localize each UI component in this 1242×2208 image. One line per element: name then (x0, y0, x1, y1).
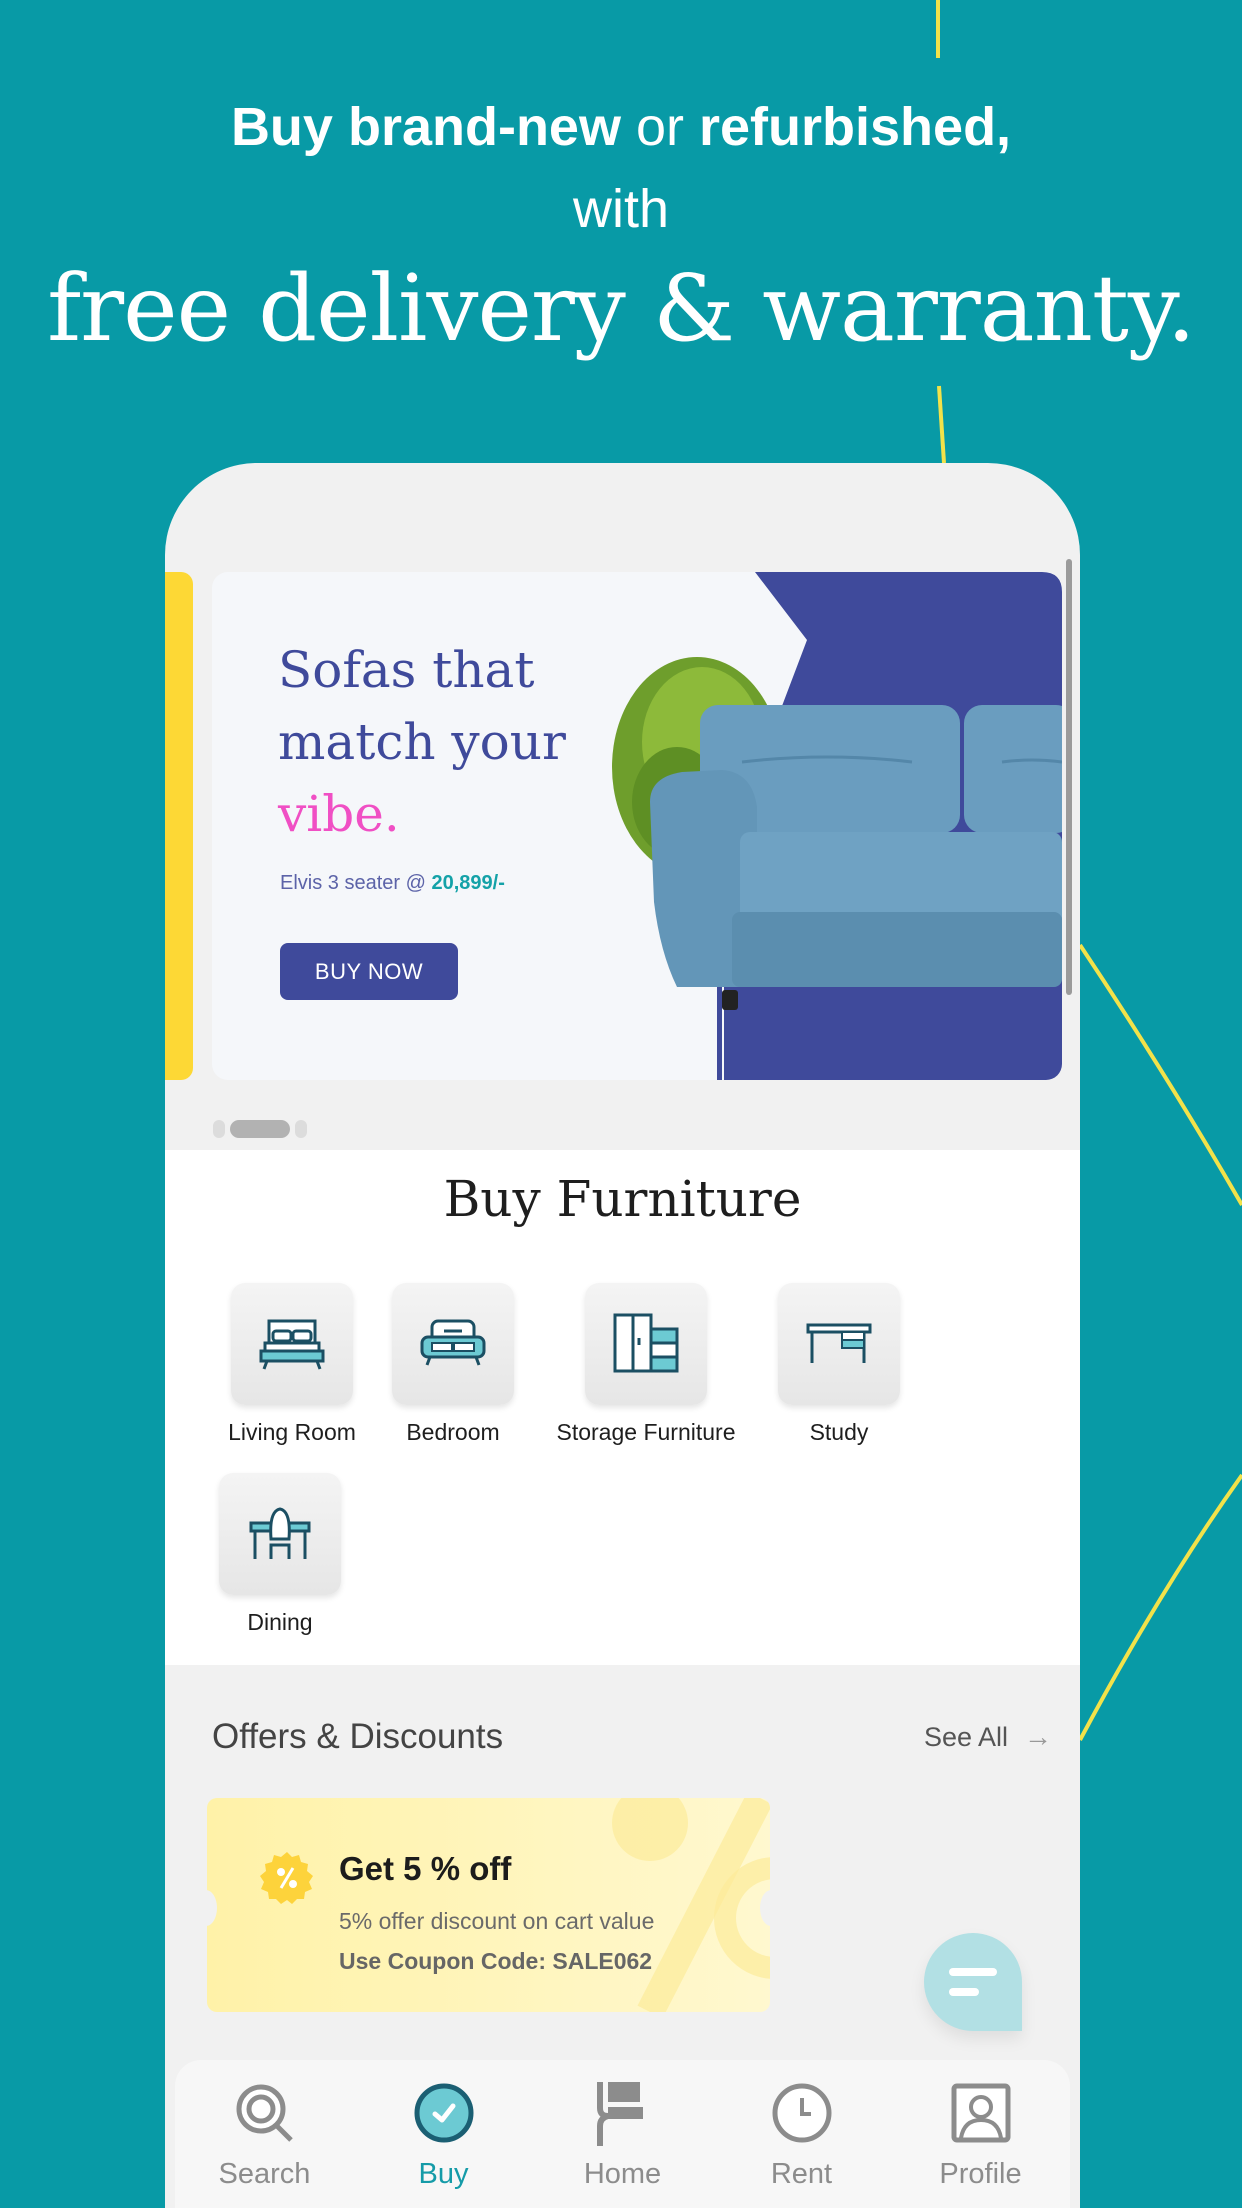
home-flag-icon (596, 2082, 643, 2146)
dining-table-icon (249, 1507, 311, 1559)
headline-line-1: Buy brand-new or refurbished, (0, 96, 1242, 158)
nav-label: Home (583, 2158, 662, 2190)
headline-bold-b: refurbished, (699, 97, 1012, 157)
clock-icon (772, 2083, 831, 2143)
sofa-icon (420, 1319, 486, 1366)
chat-icon-line (949, 1968, 997, 1976)
promo-banner[interactable]: Sofas that match your vibe. Elvis 3 seat… (212, 572, 1062, 1080)
category-tile[interactable] (392, 1283, 514, 1405)
bed-icon (259, 1319, 325, 1370)
headline-bold-a: Buy brand-new (230, 97, 621, 157)
category-tile[interactable] (219, 1473, 341, 1595)
coupon-title: Get 5 % off (339, 1850, 512, 1887)
phone-screen: Sofas that match your vibe. Elvis 3 seat… (165, 463, 1080, 2208)
carousel-dot[interactable] (295, 1120, 307, 1138)
headline-line-3: free delivery & warranty. (47, 255, 1196, 362)
nav-label: Profile (939, 2158, 1022, 2190)
banner-title-line-2: match your (278, 713, 566, 771)
category-tile[interactable] (778, 1283, 900, 1405)
banner-title-line-3: vibe. (278, 785, 400, 843)
scrollbar[interactable] (1066, 559, 1072, 995)
category-label: Bedroom (406, 1419, 500, 1445)
sofa-image (612, 657, 1062, 1010)
carousel-dot-active[interactable] (230, 1120, 290, 1138)
wardrobe-icon (613, 1313, 679, 1373)
category-label: Living Room (228, 1419, 356, 1445)
buy-now-button[interactable]: BUY NOW (280, 943, 458, 1000)
offers-title: Offers & Discounts (212, 1717, 504, 1756)
category-storage-furniture[interactable]: Storage Furniture (536, 1283, 756, 1446)
nav-item-rent[interactable]: Rent (727, 2078, 877, 2191)
see-all-link[interactable]: See All → (924, 1721, 1052, 1753)
category-study[interactable]: Study (729, 1283, 949, 1446)
check-circle-icon (414, 2083, 473, 2143)
banner-title: Sofas that match your vibe. (278, 634, 566, 850)
previous-banner-peek[interactable] (165, 572, 193, 1080)
carousel-dot[interactable] (213, 1120, 225, 1138)
bottom-navigation: Search Buy Home Rent Profile (175, 2060, 1070, 2208)
coupon-description: 5% offer discount on cart value (339, 1908, 655, 1934)
profile-icon (951, 2083, 1010, 2143)
carousel-indicator (213, 1120, 307, 1138)
category-bedroom[interactable]: Bedroom (343, 1283, 563, 1446)
category-label: Study (809, 1419, 869, 1445)
arrow-right-icon: → (1024, 1721, 1052, 1752)
buy-furniture-section: Buy Furniture Living Room Bedroom Storag… (165, 1150, 1080, 1665)
coupon-code: Use Coupon Code: SALE062 (339, 1948, 653, 1974)
nav-label: Buy (418, 2158, 469, 2190)
product-price: 20,899/- (431, 872, 505, 894)
coupon-card[interactable]: Get 5 % off 5% offer discount on cart va… (207, 1798, 770, 2012)
banner-title-line-1: Sofas that (278, 641, 535, 699)
banner-subtitle: Elvis 3 seater @ 20,899/- (280, 872, 505, 895)
nav-label: Search (218, 2158, 311, 2190)
category-label: Dining (247, 1609, 313, 1635)
chat-icon-line (949, 1988, 979, 1996)
desk-icon (806, 1323, 872, 1363)
category-tile[interactable] (585, 1283, 707, 1405)
nav-item-profile[interactable]: Profile (906, 2078, 1056, 2191)
chat-button[interactable] (924, 1933, 1022, 2031)
see-all-label: See All (923, 1721, 1008, 1752)
category-dining[interactable]: Dining (170, 1473, 390, 1636)
product-name: Elvis 3 seater @ (280, 872, 432, 894)
percent-watermark-icon (612, 1798, 770, 2012)
nav-label: Rent (770, 2158, 833, 2190)
discount-badge-icon (260, 1852, 313, 1904)
headline-line-2: with (572, 179, 670, 239)
category-label: Storage Furniture (556, 1419, 736, 1445)
search-icon (236, 2084, 293, 2142)
nav-item-search[interactable]: Search (190, 2078, 340, 2191)
coupon-notch (207, 1890, 217, 1926)
headline-or: or (620, 97, 699, 157)
category-tile[interactable] (231, 1283, 353, 1405)
section-title: Buy Furniture (443, 1170, 802, 1228)
nav-item-home[interactable]: Home (548, 2078, 698, 2191)
nav-item-buy[interactable]: Buy (369, 2078, 519, 2191)
